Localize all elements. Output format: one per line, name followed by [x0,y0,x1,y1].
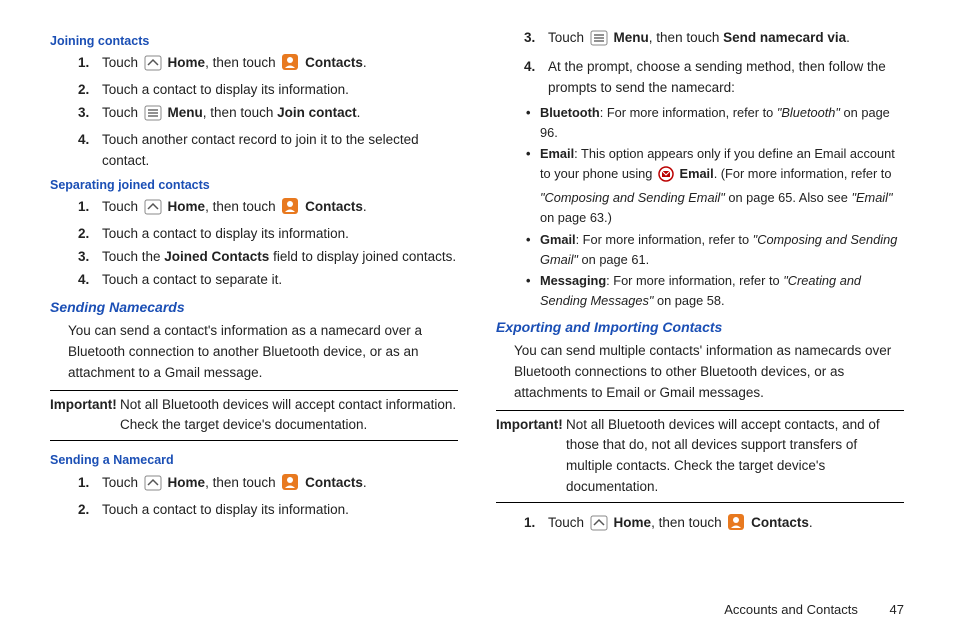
heading-exporting: Exporting and Importing Contacts [496,317,904,339]
step: Touch a contact to display its informati… [102,500,458,521]
step: Touch another contact record to join it … [102,130,458,172]
bullet-gmail: Gmail: For more information, refer to "C… [540,230,904,270]
steps-exporting: Touch Home, then touch Contacts. [496,513,904,538]
intro-text: You can send multiple contacts' informat… [514,341,904,404]
steps-joining: Touch Home, then touch Contacts. Touch a… [50,53,458,172]
step: Touch a contact to display its informati… [102,224,458,245]
step: Touch Home, then touch Contacts. [102,473,458,498]
page-number: 47 [890,602,904,617]
step: At the prompt, choose a sending method, … [548,57,904,99]
contacts-icon [281,53,299,78]
email-icon [658,166,674,188]
step: Touch Menu, then touch Join contact. [102,103,458,128]
bullet-bluetooth: Bluetooth: For more information, refer t… [540,103,904,143]
footer-section: Accounts and Contacts [724,602,858,617]
step: Touch the Joined Contacts field to displ… [102,247,458,268]
step: Touch Home, then touch Contacts. [102,53,458,78]
home-icon [590,515,608,538]
step: Touch a contact to separate it. [102,270,458,291]
home-icon [144,475,162,498]
important-note: Important! Not all Bluetooth devices wil… [496,410,904,504]
step: Touch Home, then touch Contacts. [548,513,904,538]
intro-text: You can send a contact's information as … [68,321,458,384]
steps-send-method: At the prompt, choose a sending method, … [496,57,904,99]
heading-separating: Separating joined contacts [50,176,458,195]
heading-sending-namecards: Sending Namecards [50,297,458,319]
page-footer: Accounts and Contacts 47 [724,600,904,620]
step: Touch Menu, then touch Send namecard via… [548,28,904,53]
step: Touch Home, then touch Contacts. [102,197,458,222]
heading-joining: Joining contacts [50,32,458,51]
important-note: Important! Not all Bluetooth devices wil… [50,390,458,442]
home-icon [144,55,162,78]
menu-icon [590,30,608,53]
bullet-messaging: Messaging: For more information, refer t… [540,271,904,311]
bullet-email: Email: This option appears only if you d… [540,144,904,227]
step: Touch a contact to display its informati… [102,80,458,101]
send-method-bullets: Bluetooth: For more information, refer t… [496,103,904,311]
heading-sending-a-namecard: Sending a Namecard [50,451,458,470]
menu-icon [144,105,162,128]
steps-separating: Touch Home, then touch Contacts. Touch a… [50,197,458,291]
home-icon [144,199,162,222]
contacts-icon [727,513,745,538]
contacts-icon [281,197,299,222]
contacts-icon [281,473,299,498]
